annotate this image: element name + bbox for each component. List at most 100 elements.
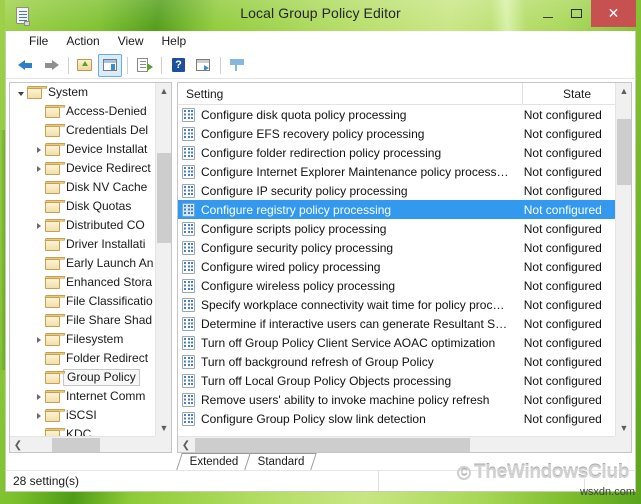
chevron-right-icon[interactable] [32, 330, 45, 349]
export-list-button[interactable] [132, 54, 156, 77]
up-one-level-button[interactable] [73, 54, 97, 77]
cell-state: Not configured [523, 145, 602, 160]
chevron-right-icon[interactable] [32, 159, 45, 178]
table-row[interactable]: Configure Group Policy slow link detecti… [178, 409, 615, 428]
forward-button[interactable] [39, 54, 63, 77]
tree-item-filesystem[interactable]: Filesystem [10, 330, 155, 349]
list-hscroll-thumb[interactable] [195, 438, 470, 452]
tree-item-system[interactable]: System [10, 83, 155, 102]
tree-item-device-redirect[interactable]: Device Redirect [10, 159, 155, 178]
scroll-up-icon[interactable]: ▲ [616, 83, 631, 99]
cell-setting: Turn off background refresh of Group Pol… [201, 354, 434, 369]
scroll-down-icon[interactable]: ▼ [156, 420, 171, 436]
tree-item-early-launch-an[interactable]: Early Launch An [10, 254, 155, 273]
table-row[interactable]: Turn off Group Policy Client Service AOA… [178, 333, 615, 352]
table-row[interactable]: Configure scripts policy processing Not c… [178, 219, 615, 238]
tree-item-driver-installati[interactable]: Driver Installati [10, 235, 155, 254]
console-tree-list[interactable]: System Access-Denied Credentials Del Device… [10, 83, 155, 436]
tree-item-device-installat[interactable]: Device Installat [10, 140, 155, 159]
table-row[interactable]: Turn off background refresh of Group Pol… [178, 352, 615, 371]
chevron-down-icon[interactable] [14, 83, 27, 102]
close-button[interactable]: ✕ [591, 0, 636, 27]
tree-item-disk-nv-cache[interactable]: Disk NV Cache [10, 178, 155, 197]
tree-scroll-thumb[interactable] [157, 153, 171, 243]
tree-item-label: Device Installat [66, 142, 148, 156]
chevron-right-icon[interactable] [32, 216, 45, 235]
table-row[interactable]: Specify workplace connectivity wait time… [178, 295, 615, 314]
show-hide-console-tree-button[interactable] [98, 53, 122, 77]
tree-item-group-policy[interactable]: Group Policy [10, 368, 155, 387]
title-bar[interactable]: Local Group Policy Editor ✕ [5, 0, 636, 31]
menu-help[interactable]: Help [153, 32, 196, 51]
filter-button[interactable] [225, 54, 249, 77]
scroll-down-icon[interactable]: ▼ [616, 420, 631, 436]
policy-setting-icon [182, 183, 195, 198]
list-horizontal-scrollbar[interactable]: ❮ ❯ [178, 436, 631, 452]
tree-vertical-scrollbar[interactable]: ▲ ▼ [155, 83, 171, 436]
menu-action[interactable]: Action [57, 32, 108, 51]
menu-file[interactable]: File [20, 32, 57, 51]
scroll-up-icon[interactable]: ▲ [156, 83, 171, 99]
chevron-right-icon[interactable] [32, 140, 45, 159]
cell-state: Not configured [523, 221, 602, 236]
folder-icon [44, 219, 66, 232]
table-row[interactable]: Configure wireless policy processing Not … [178, 276, 615, 295]
settings-list-rows[interactable]: Configure disk quota policy processing No… [178, 105, 615, 436]
tree-item-file-share-shad[interactable]: File Share Shad [10, 311, 155, 330]
table-row[interactable]: Configure folder redirection policy proc… [178, 143, 615, 162]
cell-state: Not configured [523, 297, 602, 312]
table-row[interactable]: Turn off Local Group Policy Objects proc… [178, 371, 615, 390]
tree-item-credentials-del[interactable]: Credentials Del [10, 121, 155, 140]
chevron-right-icon[interactable] [32, 387, 45, 406]
settings-list-pane[interactable]: Setting State Configure disk quota polic… [177, 82, 632, 453]
folder-icon [44, 257, 66, 270]
tree-item-folder-redirect[interactable]: Folder Redirect [10, 349, 155, 368]
scroll-left-icon[interactable]: ❮ [10, 437, 26, 452]
column-header-setting[interactable]: Setting [178, 83, 523, 104]
properties-button[interactable] [191, 54, 215, 77]
table-row[interactable]: Configure security policy processing Not … [178, 238, 615, 257]
cell-setting: Configure folder redirection policy proc… [201, 145, 442, 160]
help-button[interactable]: ? [166, 54, 190, 77]
tree-hscroll-thumb[interactable] [52, 438, 100, 452]
console-tree-pane[interactable]: System Access-Denied Credentials Del Device… [9, 82, 172, 453]
table-row[interactable]: Remove users' ability to invoke machine … [178, 390, 615, 409]
cell-setting: Turn off Group Policy Client Service AOA… [201, 335, 496, 350]
chevron-right-icon[interactable] [32, 406, 45, 425]
table-row[interactable]: Configure Internet Explorer Maintenance … [178, 162, 615, 181]
tree-item-distributed-co[interactable]: Distributed CO [10, 216, 155, 235]
minimize-button[interactable] [533, 0, 562, 27]
table-row[interactable]: Determine if interactive users can gener… [178, 314, 615, 333]
table-row[interactable]: Configure IP security policy processing N… [178, 181, 615, 200]
tree-item-file-classificatio[interactable]: File Classificatio [10, 292, 155, 311]
tree-item-label: KDC [66, 427, 92, 436]
scroll-left-icon[interactable]: ❮ [178, 437, 194, 452]
tree-item-kdc[interactable]: KDC [10, 425, 155, 436]
list-vertical-scrollbar[interactable]: ▲ ▼ [615, 83, 631, 436]
back-button[interactable] [14, 54, 38, 77]
filter-funnel-icon [228, 57, 246, 73]
tree-expander-placeholder [32, 311, 45, 330]
tree-item-label: Group Policy [63, 369, 140, 386]
tree-item-iscsi[interactable]: iSCSI [10, 406, 155, 425]
table-row[interactable]: Configure wired policy processing Not con… [178, 257, 615, 276]
table-row[interactable]: Configure EFS recovery policy processing… [178, 124, 615, 143]
tree-item-access-denied[interactable]: Access-Denied [10, 102, 155, 121]
tree-item-enhanced-stora[interactable]: Enhanced Stora [10, 273, 155, 292]
table-row[interactable]: Configure registry policy processing Not … [178, 200, 615, 219]
cell-setting: Configure scripts policy processing [201, 221, 387, 236]
tree-item-label: Early Launch An [66, 256, 154, 270]
table-row[interactable]: Configure disk quota policy processing No… [178, 105, 615, 124]
tree-item-label: Filesystem [66, 332, 124, 346]
list-scroll-thumb[interactable] [617, 119, 631, 185]
tab-standard[interactable]: Standard [243, 453, 317, 470]
tree-item-label: File Classificatio [66, 294, 153, 308]
tree-item-internet-comm[interactable]: Internet Comm [10, 387, 155, 406]
view-tabs[interactable]: Extended Standard [9, 453, 632, 470]
tab-extended[interactable]: Extended [176, 453, 250, 470]
tree-item-disk-quotas[interactable]: Disk Quotas [10, 197, 155, 216]
policy-setting-icon [182, 259, 195, 274]
menu-view[interactable]: View [109, 32, 153, 51]
maximize-button[interactable] [562, 0, 591, 27]
tree-horizontal-scrollbar[interactable]: ❮ ❯ [10, 436, 171, 452]
